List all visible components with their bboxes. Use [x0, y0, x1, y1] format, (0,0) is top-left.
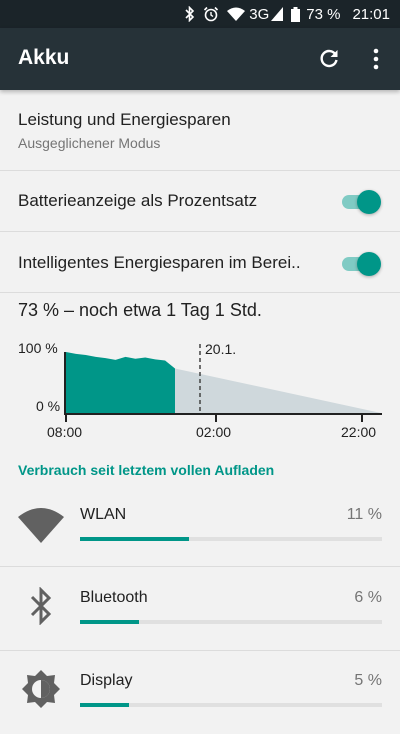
- signal-icon: [271, 7, 284, 21]
- percentage-toggle[interactable]: [342, 190, 381, 214]
- chart-x-label: 22:00: [341, 424, 376, 440]
- battery-chart[interactable]: 100 % 0 % 20.1. 08:00 02:00 22:00: [0, 330, 400, 445]
- toggle-knob: [357, 252, 381, 276]
- status-bar: 3G 73 % 21:01: [0, 0, 400, 28]
- usage-item-bar-fill: [80, 537, 189, 541]
- usage-item-percent: 6 %: [354, 589, 382, 606]
- chart-y-label-bottom: 0 %: [36, 398, 60, 414]
- usage-section-header: Verbrauch seit letztem vollen Aufladen: [18, 462, 275, 478]
- usage-item-display[interactable]: Display 5 %: [0, 654, 400, 734]
- bluetooth-icon: [185, 6, 195, 22]
- chart-date-marker-label: 20.1.: [205, 341, 236, 357]
- usage-item-bar: [80, 620, 382, 624]
- chart-x-label: 02:00: [196, 424, 231, 440]
- usage-item-name: Display: [80, 672, 133, 689]
- chart-history-area: [66, 352, 175, 413]
- battery-status: 73 % – noch etwa 1 Tag 1 Std.: [18, 300, 262, 320]
- network-type: 3G: [249, 5, 270, 23]
- pref-smart-saving-title: Intelligentes Energiesparen im Berei..: [18, 253, 301, 272]
- clock: 21:01: [352, 5, 390, 23]
- usage-item-percent: 5 %: [354, 672, 382, 689]
- alarm-icon: [203, 6, 219, 22]
- divider: [0, 650, 400, 651]
- chart-x-label: 08:00: [47, 424, 82, 440]
- refresh-icon[interactable]: [313, 43, 345, 75]
- page-title: Akku: [18, 46, 70, 69]
- pref-power-saving-summary: Ausgeglichener Modus: [18, 135, 161, 151]
- battery-percent: 73 %: [306, 5, 341, 23]
- more-vert-icon[interactable]: [360, 43, 392, 75]
- usage-item-name: WLAN: [80, 506, 127, 523]
- usage-item-bar-fill: [80, 620, 140, 624]
- pref-power-saving[interactable]: Leistung und Energiesparen Ausgeglichene…: [0, 110, 400, 170]
- usage-item-bar: [80, 537, 382, 541]
- usage-item-percent: 11 %: [346, 506, 382, 523]
- pref-percentage[interactable]: Batterieanzeige als Prozentsatz: [0, 171, 400, 231]
- usage-item-name: Bluetooth: [80, 589, 148, 606]
- app-bar: Akku: [0, 28, 400, 90]
- usage-item-bluetooth[interactable]: Bluetooth 6 %: [0, 571, 400, 651]
- wifi-icon: [227, 7, 246, 21]
- chart-y-label-top: 100 %: [18, 340, 58, 356]
- usage-item-bar-fill: [80, 703, 130, 707]
- brightness-icon: [18, 666, 64, 712]
- pref-smart-saving[interactable]: Intelligentes Energiesparen im Berei..: [0, 232, 400, 292]
- divider: [0, 292, 400, 293]
- battery-icon: [291, 6, 301, 22]
- wifi-icon: [18, 502, 64, 548]
- bluetooth-icon: [18, 583, 64, 629]
- usage-item-wlan[interactable]: WLAN 11 %: [0, 488, 400, 568]
- divider: [0, 566, 400, 567]
- smart-saving-toggle[interactable]: [342, 252, 381, 276]
- pref-power-saving-title: Leistung und Energiesparen: [18, 110, 231, 129]
- chart-projection-area: [175, 368, 381, 413]
- usage-item-bar: [80, 703, 382, 707]
- pref-percentage-title: Batterieanzeige als Prozentsatz: [18, 191, 258, 210]
- toggle-knob: [357, 190, 381, 214]
